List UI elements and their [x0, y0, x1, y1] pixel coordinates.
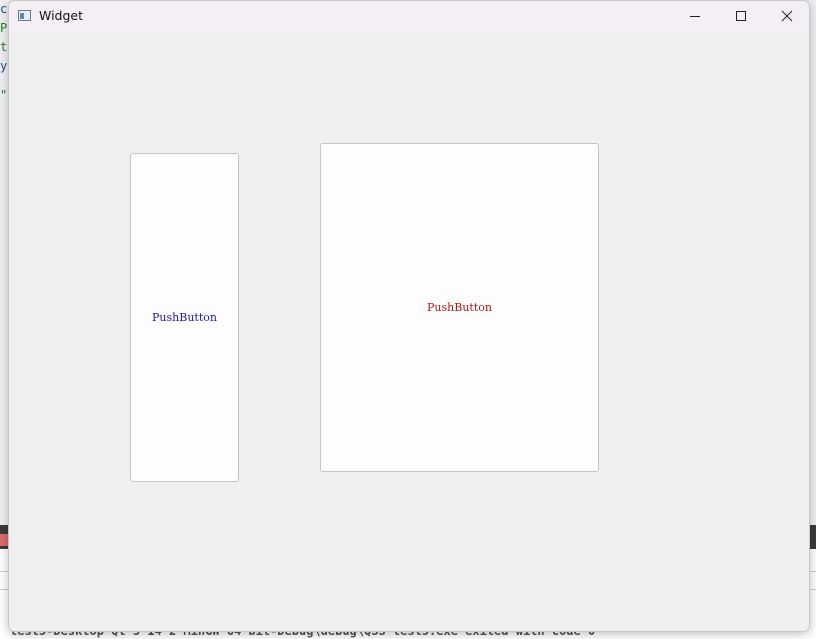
push-button-label: PushButton: [427, 301, 492, 314]
window-title: Widget: [39, 8, 84, 23]
push-button-right[interactable]: PushButton: [320, 143, 599, 472]
push-button-left[interactable]: PushButton: [130, 153, 239, 482]
push-button-label: PushButton: [152, 311, 217, 324]
minimize-icon: [689, 10, 701, 22]
minimize-button[interactable]: [672, 1, 718, 31]
widget-client-area: PushButton PushButton: [9, 31, 809, 631]
maximize-icon: [735, 10, 747, 22]
close-icon: [781, 10, 793, 22]
widget-window: Widget PushButton PushButton: [8, 0, 810, 632]
title-bar[interactable]: Widget: [9, 1, 809, 31]
maximize-button[interactable]: [718, 1, 764, 31]
close-button[interactable]: [764, 1, 809, 31]
app-window-icon: [18, 10, 31, 21]
